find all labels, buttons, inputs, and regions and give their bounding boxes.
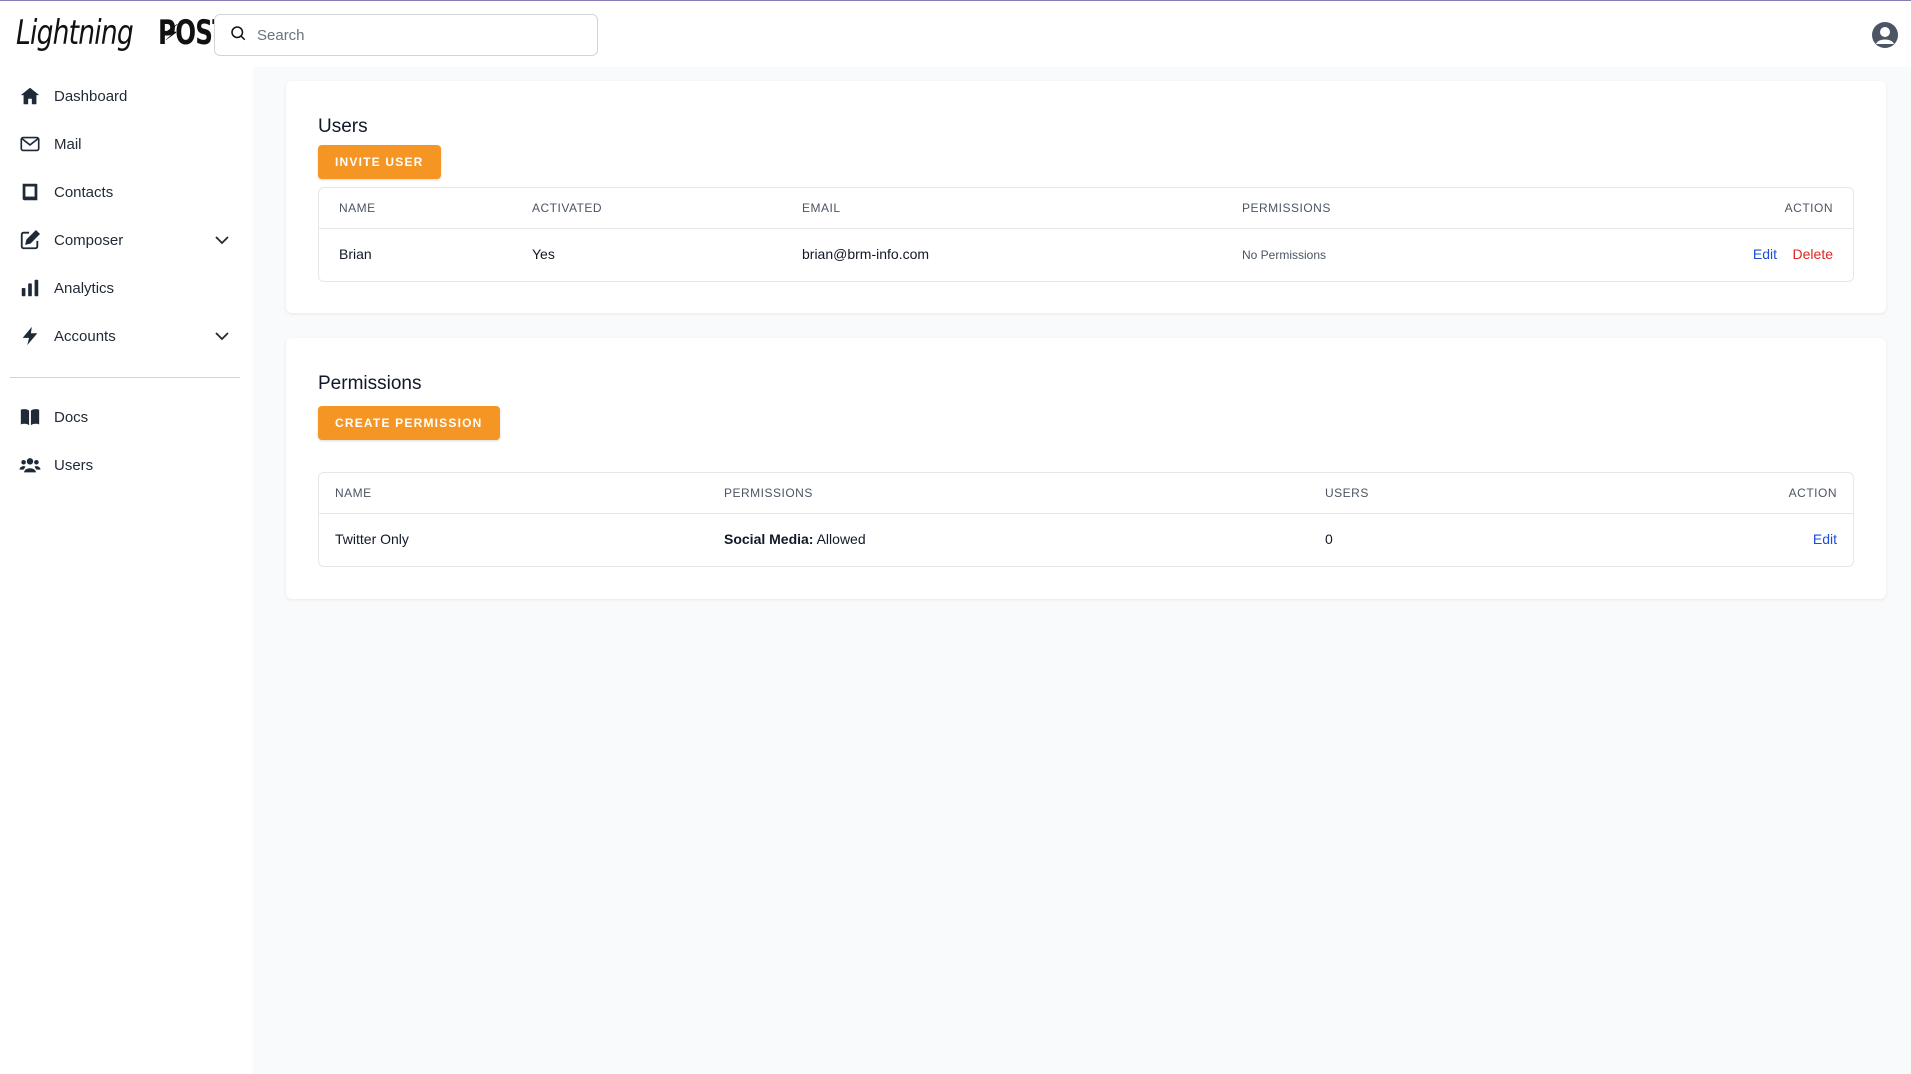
permission-key: Social Media: — [724, 531, 814, 547]
edit-permission-link[interactable]: Edit — [1813, 531, 1837, 547]
search-input[interactable] — [257, 26, 577, 44]
column-header-action: ACTION — [1788, 486, 1837, 500]
sidebar-item-label: Dashboard — [54, 87, 128, 105]
sidebar-item-label: Accounts — [54, 327, 116, 345]
sidebar: Dashboard Mail Contacts Composer Analyti… — [0, 67, 253, 1074]
chevron-down-icon[interactable] — [212, 326, 232, 346]
chevron-down-icon[interactable] — [212, 230, 232, 250]
user-activated: Yes — [532, 246, 555, 262]
table-row: Twitter Only Social Media: Allowed 0 Edi… — [319, 514, 1853, 566]
sidebar-divider — [10, 377, 240, 378]
book-icon — [19, 406, 41, 428]
column-header-action: ACTION — [1784, 201, 1833, 215]
user-email: brian@brm-info.com — [802, 246, 930, 262]
users-section-title: Users — [318, 116, 368, 137]
bar-chart-icon — [19, 277, 41, 299]
users-table: NAME ACTIVATED EMAIL PERMISSIONS ACTION … — [318, 187, 1854, 282]
users-icon — [19, 454, 41, 476]
sidebar-item-label: Mail — [54, 135, 82, 153]
sidebar-item-analytics[interactable]: Analytics — [0, 268, 253, 308]
sidebar-item-label: Contacts — [54, 183, 114, 201]
table-row: Brian Yes brian@brm-info.com No Permissi… — [319, 229, 1853, 281]
sidebar-item-label: Composer — [54, 231, 124, 249]
table-header: NAME PERMISSIONS USERS ACTION — [319, 473, 1853, 514]
sidebar-item-label: Docs — [54, 408, 89, 426]
user-permissions: No Permissions — [1242, 248, 1327, 262]
top-bar: Lightning ⚡ POST — [0, 0, 1911, 67]
mail-icon — [19, 133, 41, 155]
edit-user-link[interactable]: Edit — [1753, 246, 1777, 262]
contacts-icon — [19, 181, 41, 203]
user-avatar-icon[interactable] — [1871, 21, 1899, 49]
search-box[interactable] — [214, 14, 598, 56]
bolt-icon — [19, 325, 41, 347]
user-name: Brian — [339, 246, 372, 262]
column-header-permissions: PERMISSIONS — [724, 486, 813, 500]
column-header-name: NAME — [335, 486, 372, 500]
users-card: Users INVITE USER NAME ACTIVATED EMAIL P… — [286, 81, 1886, 313]
sidebar-item-label: Users — [54, 456, 94, 474]
delete-user-link[interactable]: Delete — [1793, 246, 1833, 262]
permissions-section-title: Permissions — [318, 373, 422, 394]
column-header-permissions: PERMISSIONS — [1242, 201, 1331, 215]
sidebar-item-composer[interactable]: Composer — [0, 220, 253, 260]
sidebar-item-users[interactable]: Users — [0, 445, 253, 485]
create-permission-button[interactable]: CREATE PERMISSION — [318, 406, 500, 440]
column-header-email: EMAIL — [802, 201, 841, 215]
search-icon — [229, 24, 247, 47]
sidebar-item-docs[interactable]: Docs — [0, 397, 253, 437]
table-header: NAME ACTIVATED EMAIL PERMISSIONS ACTION — [319, 188, 1853, 229]
permission-name: Twitter Only — [335, 531, 409, 547]
sidebar-item-mail[interactable]: Mail — [0, 124, 253, 164]
permission-users-count: 0 — [1325, 531, 1333, 547]
column-header-name: NAME — [339, 201, 376, 215]
column-header-activated: ACTIVATED — [532, 201, 603, 215]
invite-user-button[interactable]: INVITE USER — [318, 145, 441, 179]
permissions-table: NAME PERMISSIONS USERS ACTION Twitter On… — [318, 472, 1854, 567]
permission-value: Allowed — [816, 531, 866, 547]
edit-icon — [19, 229, 41, 251]
logo-text-light: Lightning — [16, 13, 134, 53]
sidebar-item-contacts[interactable]: Contacts — [0, 172, 253, 212]
column-header-users: USERS — [1325, 486, 1369, 500]
sidebar-item-label: Analytics — [54, 279, 115, 297]
permission-detail: Social Media: Allowed — [724, 531, 866, 547]
sidebar-item-dashboard[interactable]: Dashboard — [0, 76, 253, 116]
home-icon — [19, 85, 41, 107]
permissions-card: Permissions CREATE PERMISSION NAME PERMI… — [286, 338, 1886, 599]
sidebar-item-accounts[interactable]: Accounts — [0, 316, 253, 356]
